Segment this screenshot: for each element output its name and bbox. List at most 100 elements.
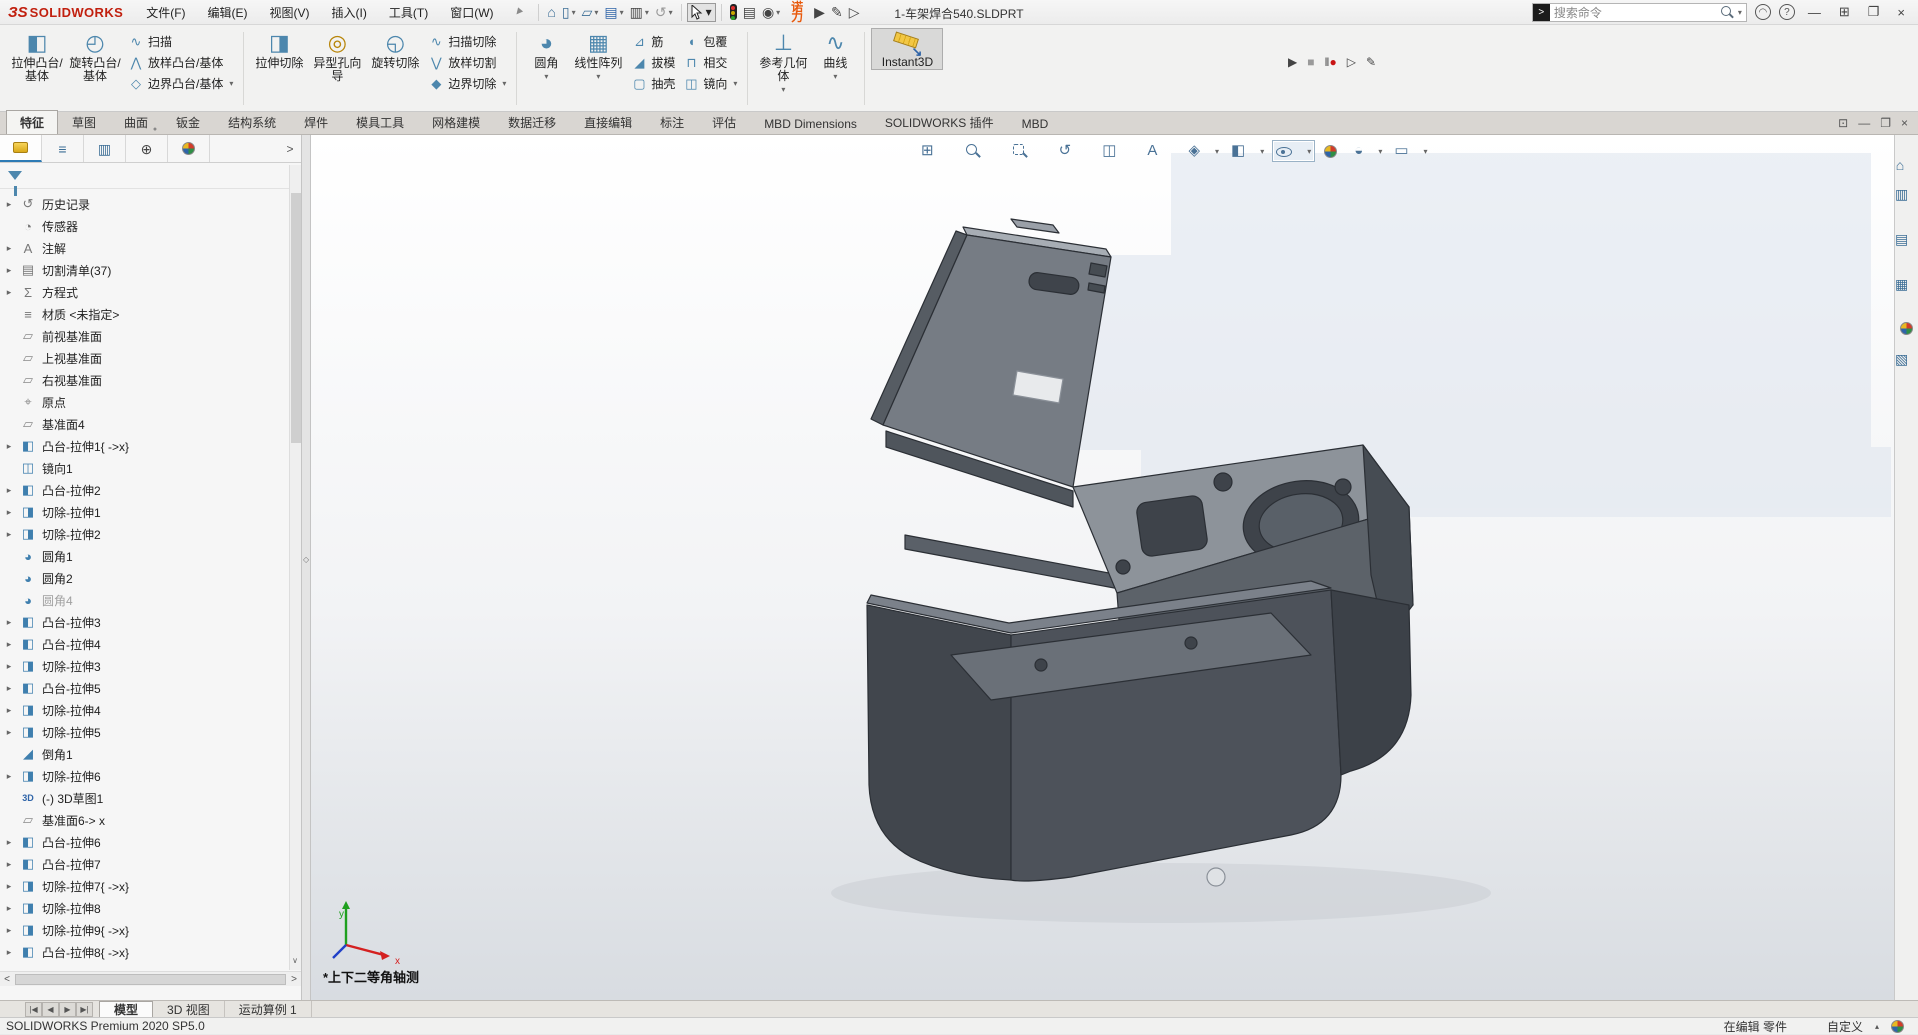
document-tab[interactable]: 3D 视图 <box>153 1001 225 1017</box>
panel-splitter[interactable]: ◇ <box>302 135 311 1000</box>
document-tab[interactable]: 模型 <box>99 1001 153 1017</box>
headsup-button-display-style[interactable]: ◧ ▾ <box>1227 140 1268 162</box>
menu-item[interactable]: 视图(V) <box>261 1 319 24</box>
pin-icon[interactable]: ▼ <box>510 4 526 20</box>
taskpane-button-view-palette[interactable]: ▦ <box>1895 277 1918 308</box>
minimize-button[interactable]: — <box>1803 5 1826 20</box>
menu-item[interactable]: 插入(I) <box>323 1 376 24</box>
customize-label[interactable]: 自定义 <box>1827 1018 1863 1035</box>
select-tool-button[interactable]: ▾ <box>687 3 716 22</box>
hole-wizard-button[interactable]: ◎ 异型孔向导 <box>308 28 366 83</box>
print-button[interactable]: ▥▾ <box>627 3 652 21</box>
menu-item[interactable]: 窗口(W) <box>441 1 502 24</box>
tab-dimxpertmanager[interactable]: ⊕ <box>126 135 168 162</box>
taskpane-button-design-library[interactable]: ▥ <box>1895 187 1918 218</box>
tree-item[interactable]: ▸ ▱ 右视基准面 <box>0 369 289 391</box>
command-tab[interactable]: MBD Dimensions <box>750 113 871 134</box>
help-icon[interactable]: ? <box>1779 4 1795 20</box>
tree-item[interactable]: ▸ ◫ 镜向1 <box>0 457 289 479</box>
tree-vertical-scrollbar[interactable] <box>289 165 301 970</box>
extruded-boss-button[interactable]: ◧ 拉伸凸台/基体 <box>8 28 66 83</box>
options-button[interactable]: ◉▾ <box>759 3 783 21</box>
macro-stop-button[interactable]: ■ <box>1307 55 1314 69</box>
scroll-left-arrow[interactable]: < <box>0 974 14 985</box>
doc-minimize-icon[interactable]: — <box>1858 116 1870 130</box>
tree-item[interactable]: ▸ ◕ 圆角2 <box>0 567 289 589</box>
draft-button[interactable]: ◢拔模 <box>627 52 679 73</box>
save-button[interactable]: ▤▾ <box>601 3 626 21</box>
command-tab[interactable]: SOLIDWORKS 插件 <box>871 110 1008 134</box>
tab-propertymanager[interactable]: ≡ <box>42 135 84 162</box>
open-button[interactable]: ▱▾ <box>579 3 602 21</box>
tree-item[interactable]: ▸ ▱ 上视基准面 <box>0 347 289 369</box>
headsup-button-previous-view[interactable]: ↺ ▾ <box>1055 140 1095 162</box>
filter-icon[interactable] <box>8 171 22 180</box>
restore-button[interactable]: ❐ <box>1863 4 1885 20</box>
close-button[interactable]: × <box>1892 5 1910 20</box>
run-button[interactable]: ▶ <box>811 3 828 21</box>
tree-item[interactable]: ▸ ◕ 圆角4 <box>0 589 289 611</box>
tree-item[interactable]: ▸ ◧ 凸台-拉伸8{ ->x} <box>0 941 289 963</box>
tree-item[interactable]: ▸ ◧ 凸台-拉伸3 <box>0 611 289 633</box>
taskpane-button-file-explorer[interactable]: ▤ <box>1895 232 1918 263</box>
command-tab[interactable]: 数据迁移 <box>494 110 570 134</box>
tree-item[interactable]: ▸ ◕ 圆角1 <box>0 545 289 567</box>
wrap-button[interactable]: ◖包覆 <box>679 31 741 52</box>
search-icon[interactable] <box>1720 5 1734 19</box>
tree-item[interactable]: ▸ ◧ 凸台-拉伸6 <box>0 831 289 853</box>
sweep-button[interactable]: ∿扫描 <box>124 31 237 52</box>
tree-item[interactable]: ▸ ▱ 基准面6-> x <box>0 809 289 831</box>
web-status-icon[interactable] <box>1891 1020 1904 1033</box>
tree-item[interactable]: ▸ ≡ 材质 <未指定> <box>0 303 289 325</box>
taskpane-button-solidworks-resources[interactable]: ⌂ <box>1896 157 1917 173</box>
tab-displaymanager[interactable] <box>168 135 210 162</box>
headsup-button-section-view[interactable]: ◫ ▾ <box>1098 140 1139 162</box>
tree-item[interactable]: ▸ 3D (-) 3D草图1 <box>0 787 289 809</box>
headsup-button-viewport-selector[interactable]: ⊞ ▾ <box>917 140 957 162</box>
command-tab[interactable]: 草图 <box>58 110 110 134</box>
mirror-button[interactable]: ◫镜向▾ <box>679 73 741 94</box>
tab-featuremanager[interactable] <box>0 135 42 162</box>
command-tab[interactable]: 焊件 <box>290 110 342 134</box>
command-tab[interactable]: 钣金 <box>162 110 214 134</box>
command-tab[interactable]: 结构系统 <box>214 110 290 134</box>
tile-button[interactable]: ⊞ <box>1834 4 1855 20</box>
macro-record-button[interactable]: ‖● <box>1324 55 1336 69</box>
graphics-viewport[interactable]: y x ⊞ ▾ ▾ ▾ <box>311 135 1894 1000</box>
command-search[interactable]: > 搜索命令 ▾ <box>1532 3 1747 22</box>
tree-item[interactable]: ▸ ◧ 凸台-拉伸5 <box>0 677 289 699</box>
tree-item[interactable]: ▸ ◨ 切除-拉伸7{ ->x} <box>0 875 289 897</box>
fillet-button[interactable]: ◕ 圆角 ▾ <box>523 28 569 79</box>
loft-button[interactable]: ⋀放样凸台/基体 <box>124 52 237 73</box>
scroll-down-arrow[interactable]: ∨ <box>289 956 301 970</box>
tree-item[interactable]: ▸ ◧ 凸台-拉伸2 <box>0 479 289 501</box>
intersect-button[interactable]: ⊓相交 <box>679 52 741 73</box>
fullscreen-icon[interactable]: ⊡ <box>1838 116 1848 130</box>
headsup-button-zoom-fit[interactable]: ▾ <box>961 140 1004 162</box>
tree-item[interactable]: ▸ ↺ 历史记录 <box>0 193 289 215</box>
undo-button[interactable]: ↺▾ <box>652 3 676 21</box>
tree-item[interactable]: ▸ ◢ 倒角1 <box>0 743 289 765</box>
tree-item[interactable]: ▸ ▤ 切割清单(37) <box>0 259 289 281</box>
doc-restore-icon[interactable]: ❐ <box>1880 116 1891 130</box>
document-tab[interactable]: 运动算例 1 <box>225 1001 312 1017</box>
curves-button[interactable]: ∿ 曲线 ▾ <box>812 28 858 79</box>
tree-item[interactable]: ▸ Σ 方程式 <box>0 281 289 303</box>
noli-brand-button[interactable]: 诺力 <box>783 0 811 24</box>
command-tab[interactable]: 标注 <box>646 110 698 134</box>
tree-item[interactable]: ▸ A 注解 <box>0 237 289 259</box>
reference-geometry-button[interactable]: ⊥ 参考几何体 ▾ <box>754 28 812 92</box>
tab-nav-button[interactable]: ▶| <box>76 1002 93 1017</box>
menu-item[interactable]: 编辑(E) <box>199 1 257 24</box>
customize-arrow-icon[interactable]: ▴ <box>1875 1022 1879 1031</box>
macro-run-button[interactable]: ✎ <box>828 3 846 21</box>
tree-item[interactable]: ▸ ⌖ 原点 <box>0 391 289 413</box>
tree-item[interactable]: ▸ ◨ 切除-拉伸6 <box>0 765 289 787</box>
command-tab[interactable]: MBD <box>1008 113 1063 134</box>
headsup-button-view-settings[interactable]: ▭ ▾ <box>1390 140 1431 162</box>
tree-item[interactable]: ▸ ◨ 切除-拉伸2 <box>0 523 289 545</box>
tree-item[interactable]: ▸ ◧ 凸台-拉伸1{ ->x} <box>0 435 289 457</box>
lofted-cut-button[interactable]: ⋁放样切割 <box>424 52 510 73</box>
linear-pattern-button[interactable]: ▦ 线性阵列 ▾ <box>569 28 627 79</box>
scrollbar-thumb[interactable] <box>15 974 286 985</box>
